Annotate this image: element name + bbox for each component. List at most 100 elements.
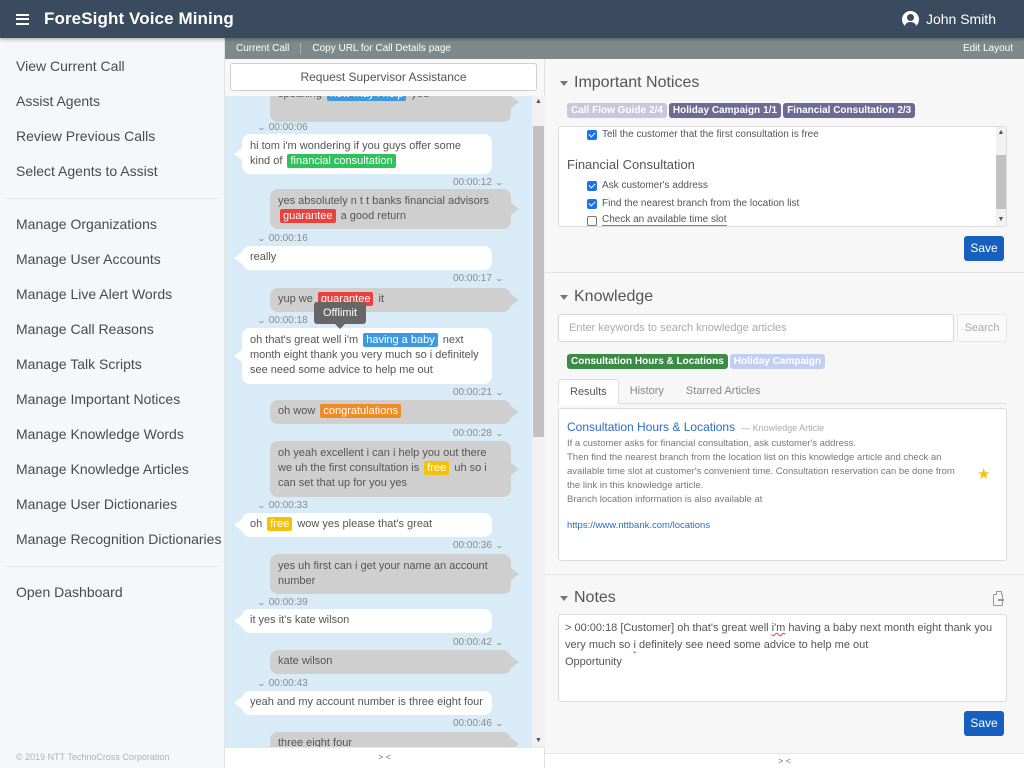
checkbox-checked[interactable] — [587, 198, 597, 209]
transcript-scrollbar[interactable]: ▲ ▼ — [532, 96, 545, 747]
message-timestamp[interactable]: 00:00:17 ⌄ — [453, 273, 504, 284]
notice-group-heading: Financial Consultation — [567, 157, 695, 172]
chevron-down-icon[interactable]: ⌄ — [257, 679, 266, 688]
chevron-down-icon[interactable]: ⌄ — [257, 501, 266, 510]
chevron-down-icon[interactable]: ⌄ — [495, 541, 504, 550]
current-call-link[interactable]: Current Call — [225, 43, 300, 54]
article-title-link[interactable]: Consultation Hours & Locations — Knowledg… — [567, 420, 824, 434]
message-timestamp[interactable]: 00:00:46 ⌄ — [453, 718, 504, 729]
tag-label: Call Flow Guide — [571, 105, 647, 116]
message-timestamp[interactable]: 00:00:21 ⌄ — [453, 387, 504, 398]
message-timestamp[interactable]: ⌄ 00:00:43 — [257, 678, 308, 689]
star-icon[interactable]: ★ — [977, 465, 990, 483]
message-timestamp[interactable]: ⌄ 00:00:16 — [257, 233, 308, 244]
request-supervisor-button[interactable]: Request Supervisor Assistance — [230, 63, 537, 91]
article-url-link[interactable]: https://www.nttbank.com/locations — [567, 520, 710, 531]
message-timestamp[interactable]: 00:00:36 ⌄ — [453, 540, 504, 551]
notes-header[interactable]: Notes — [560, 589, 616, 607]
sidebar-item-manage-recognition-dictionaries[interactable]: Manage Recognition Dictionaries — [0, 522, 224, 557]
sidebar-item-manage-organizations[interactable]: Manage Organizations — [0, 207, 224, 242]
keyword-highlight[interactable]: free — [424, 461, 450, 475]
knowledge-title: Knowledge — [574, 288, 654, 305]
scroll-up-icon[interactable]: ▲ — [532, 96, 545, 108]
sidebar-item-assist-agents[interactable]: Assist Agents — [0, 84, 224, 119]
notice-item[interactable]: Check an available time slot — [587, 215, 727, 226]
knowledge-header[interactable]: Knowledge — [560, 288, 653, 306]
keyword-highlight[interactable]: congratulations — [320, 404, 401, 418]
checkbox-checked[interactable] — [587, 180, 597, 191]
message-timestamp[interactable]: ⌄ 00:00:06 — [257, 122, 308, 133]
chevron-down-icon[interactable]: ⌄ — [495, 638, 504, 647]
scroll-down-icon[interactable]: ▼ — [996, 214, 1006, 226]
sidebar-item-manage-important-notices[interactable]: Manage Important Notices — [0, 382, 224, 417]
copy-url-link[interactable]: Copy URL for Call Details page — [301, 43, 462, 54]
tag-financial-consultation[interactable]: Financial Consultation 2/3 — [783, 103, 916, 118]
scroll-down-icon[interactable]: ▼ — [532, 735, 545, 747]
message-timestamp[interactable]: ⌄ 00:00:39 — [257, 597, 308, 608]
notice-item[interactable]: Find the nearest branch from the locatio… — [587, 198, 799, 209]
tag-holiday-campaign[interactable]: Holiday Campaign — [729, 354, 826, 369]
collapse-toggle[interactable]: > < — [545, 753, 1024, 768]
chevron-down-icon[interactable]: ⌄ — [495, 388, 504, 397]
message-timestamp[interactable]: 00:00:42 ⌄ — [453, 637, 504, 648]
tab-history[interactable]: History — [619, 379, 675, 403]
sidebar-item-select-agents-to-assist[interactable]: Select Agents to Assist — [0, 154, 224, 189]
tag-consultation-hours-locations[interactable]: Consultation Hours & Locations — [567, 354, 728, 369]
sidebar-item-manage-knowledge-words[interactable]: Manage Knowledge Words — [0, 417, 224, 452]
notice-item[interactable]: Ask customer's address — [587, 180, 708, 191]
checkbox-checked[interactable] — [587, 129, 597, 140]
knowledge-tags: Consultation Hours & Locations Holiday Ca… — [567, 353, 827, 369]
edit-layout-link[interactable]: Edit Layout — [963, 43, 1013, 54]
tag-call-flow-guide[interactable]: Call Flow Guide 2/4 — [567, 103, 667, 118]
chevron-down-icon[interactable]: ⌄ — [257, 234, 266, 243]
article-title[interactable]: Consultation Hours & Locations — [567, 420, 735, 434]
sidebar-item-manage-user-dictionaries[interactable]: Manage User Dictionaries — [0, 487, 224, 522]
message-timestamp[interactable]: ⌄ 00:00:33 — [257, 500, 308, 511]
message-timestamp[interactable]: ⌄ 00:00:18 — [257, 315, 308, 326]
notes-textarea[interactable]: > 00:00:18 [Customer] oh that's great we… — [558, 614, 1007, 702]
scrollbar-thumb[interactable] — [996, 155, 1006, 209]
notices-save-button[interactable]: Save — [964, 236, 1004, 261]
menu-icon[interactable] — [16, 13, 29, 25]
sidebar-item-manage-talk-scripts[interactable]: Manage Talk Scripts — [0, 347, 224, 382]
sidebar-item-manage-live-alert-words[interactable]: Manage Live Alert Words — [0, 277, 224, 312]
chevron-down-icon[interactable]: ⌄ — [495, 719, 504, 728]
tag-holiday-campaign[interactable]: Holiday Campaign 1/1 — [668, 103, 782, 118]
tab-starred-articles[interactable]: Starred Articles — [675, 379, 772, 403]
important-notices-header[interactable]: Important Notices — [560, 74, 699, 92]
user-menu[interactable]: John Smith — [901, 0, 996, 38]
sidebar-item-manage-user-accounts[interactable]: Manage User Accounts — [0, 242, 224, 277]
keyword-highlight[interactable]: financial consultation — [287, 154, 396, 168]
checkbox-unchecked[interactable] — [587, 216, 597, 226]
chevron-down-icon[interactable]: ⌄ — [257, 316, 266, 325]
chevron-down-icon[interactable]: ⌄ — [495, 429, 504, 438]
message-timestamp[interactable]: 00:00:12 ⌄ — [453, 177, 504, 188]
collapse-toggle[interactable]: > < — [225, 747, 544, 768]
knowledge-search-button[interactable]: Search — [957, 314, 1007, 342]
chevron-down-icon[interactable]: ⌄ — [495, 274, 504, 283]
notice-item[interactable]: Tell the customer that the first consult… — [587, 129, 819, 140]
tag-count: 2/4 — [649, 105, 663, 116]
sidebar-item-open-dashboard[interactable]: Open Dashboard — [0, 575, 224, 610]
keyword-highlight[interactable]: how may i help — [327, 96, 407, 101]
knowledge-article-card: Consultation Hours & Locations — Knowledg… — [558, 408, 1007, 561]
keyword-highlight[interactable]: having a baby — [363, 333, 438, 347]
chevron-down-icon[interactable]: ⌄ — [495, 178, 504, 187]
sidebar-item-view-current-call[interactable]: View Current Call — [0, 49, 224, 84]
notes-save-button[interactable]: Save — [964, 711, 1004, 736]
tab-results[interactable]: Results — [558, 379, 619, 405]
notice-scrollbar[interactable]: ▲ ▼ — [996, 127, 1006, 226]
chevron-down-icon[interactable]: ⌄ — [257, 123, 266, 132]
sidebar-item-manage-knowledge-articles[interactable]: Manage Knowledge Articles — [0, 452, 224, 487]
paste-clipboard-icon[interactable] — [993, 591, 1004, 606]
scrollbar-thumb[interactable] — [533, 126, 544, 437]
keyword-highlight[interactable]: guarantee — [280, 209, 336, 223]
scroll-up-icon[interactable]: ▲ — [996, 127, 1006, 139]
keyword-highlight[interactable]: free — [267, 517, 293, 531]
sidebar-item-review-previous-calls[interactable]: Review Previous Calls — [0, 119, 224, 154]
message-timestamp[interactable]: 00:00:28 ⌄ — [453, 428, 504, 439]
knowledge-search-input[interactable]: Enter keywords to search knowledge artic… — [558, 314, 954, 342]
message-text: it yes it's kate wilson — [250, 614, 350, 626]
sidebar-item-manage-call-reasons[interactable]: Manage Call Reasons — [0, 312, 224, 347]
chevron-down-icon[interactable]: ⌄ — [257, 598, 266, 607]
